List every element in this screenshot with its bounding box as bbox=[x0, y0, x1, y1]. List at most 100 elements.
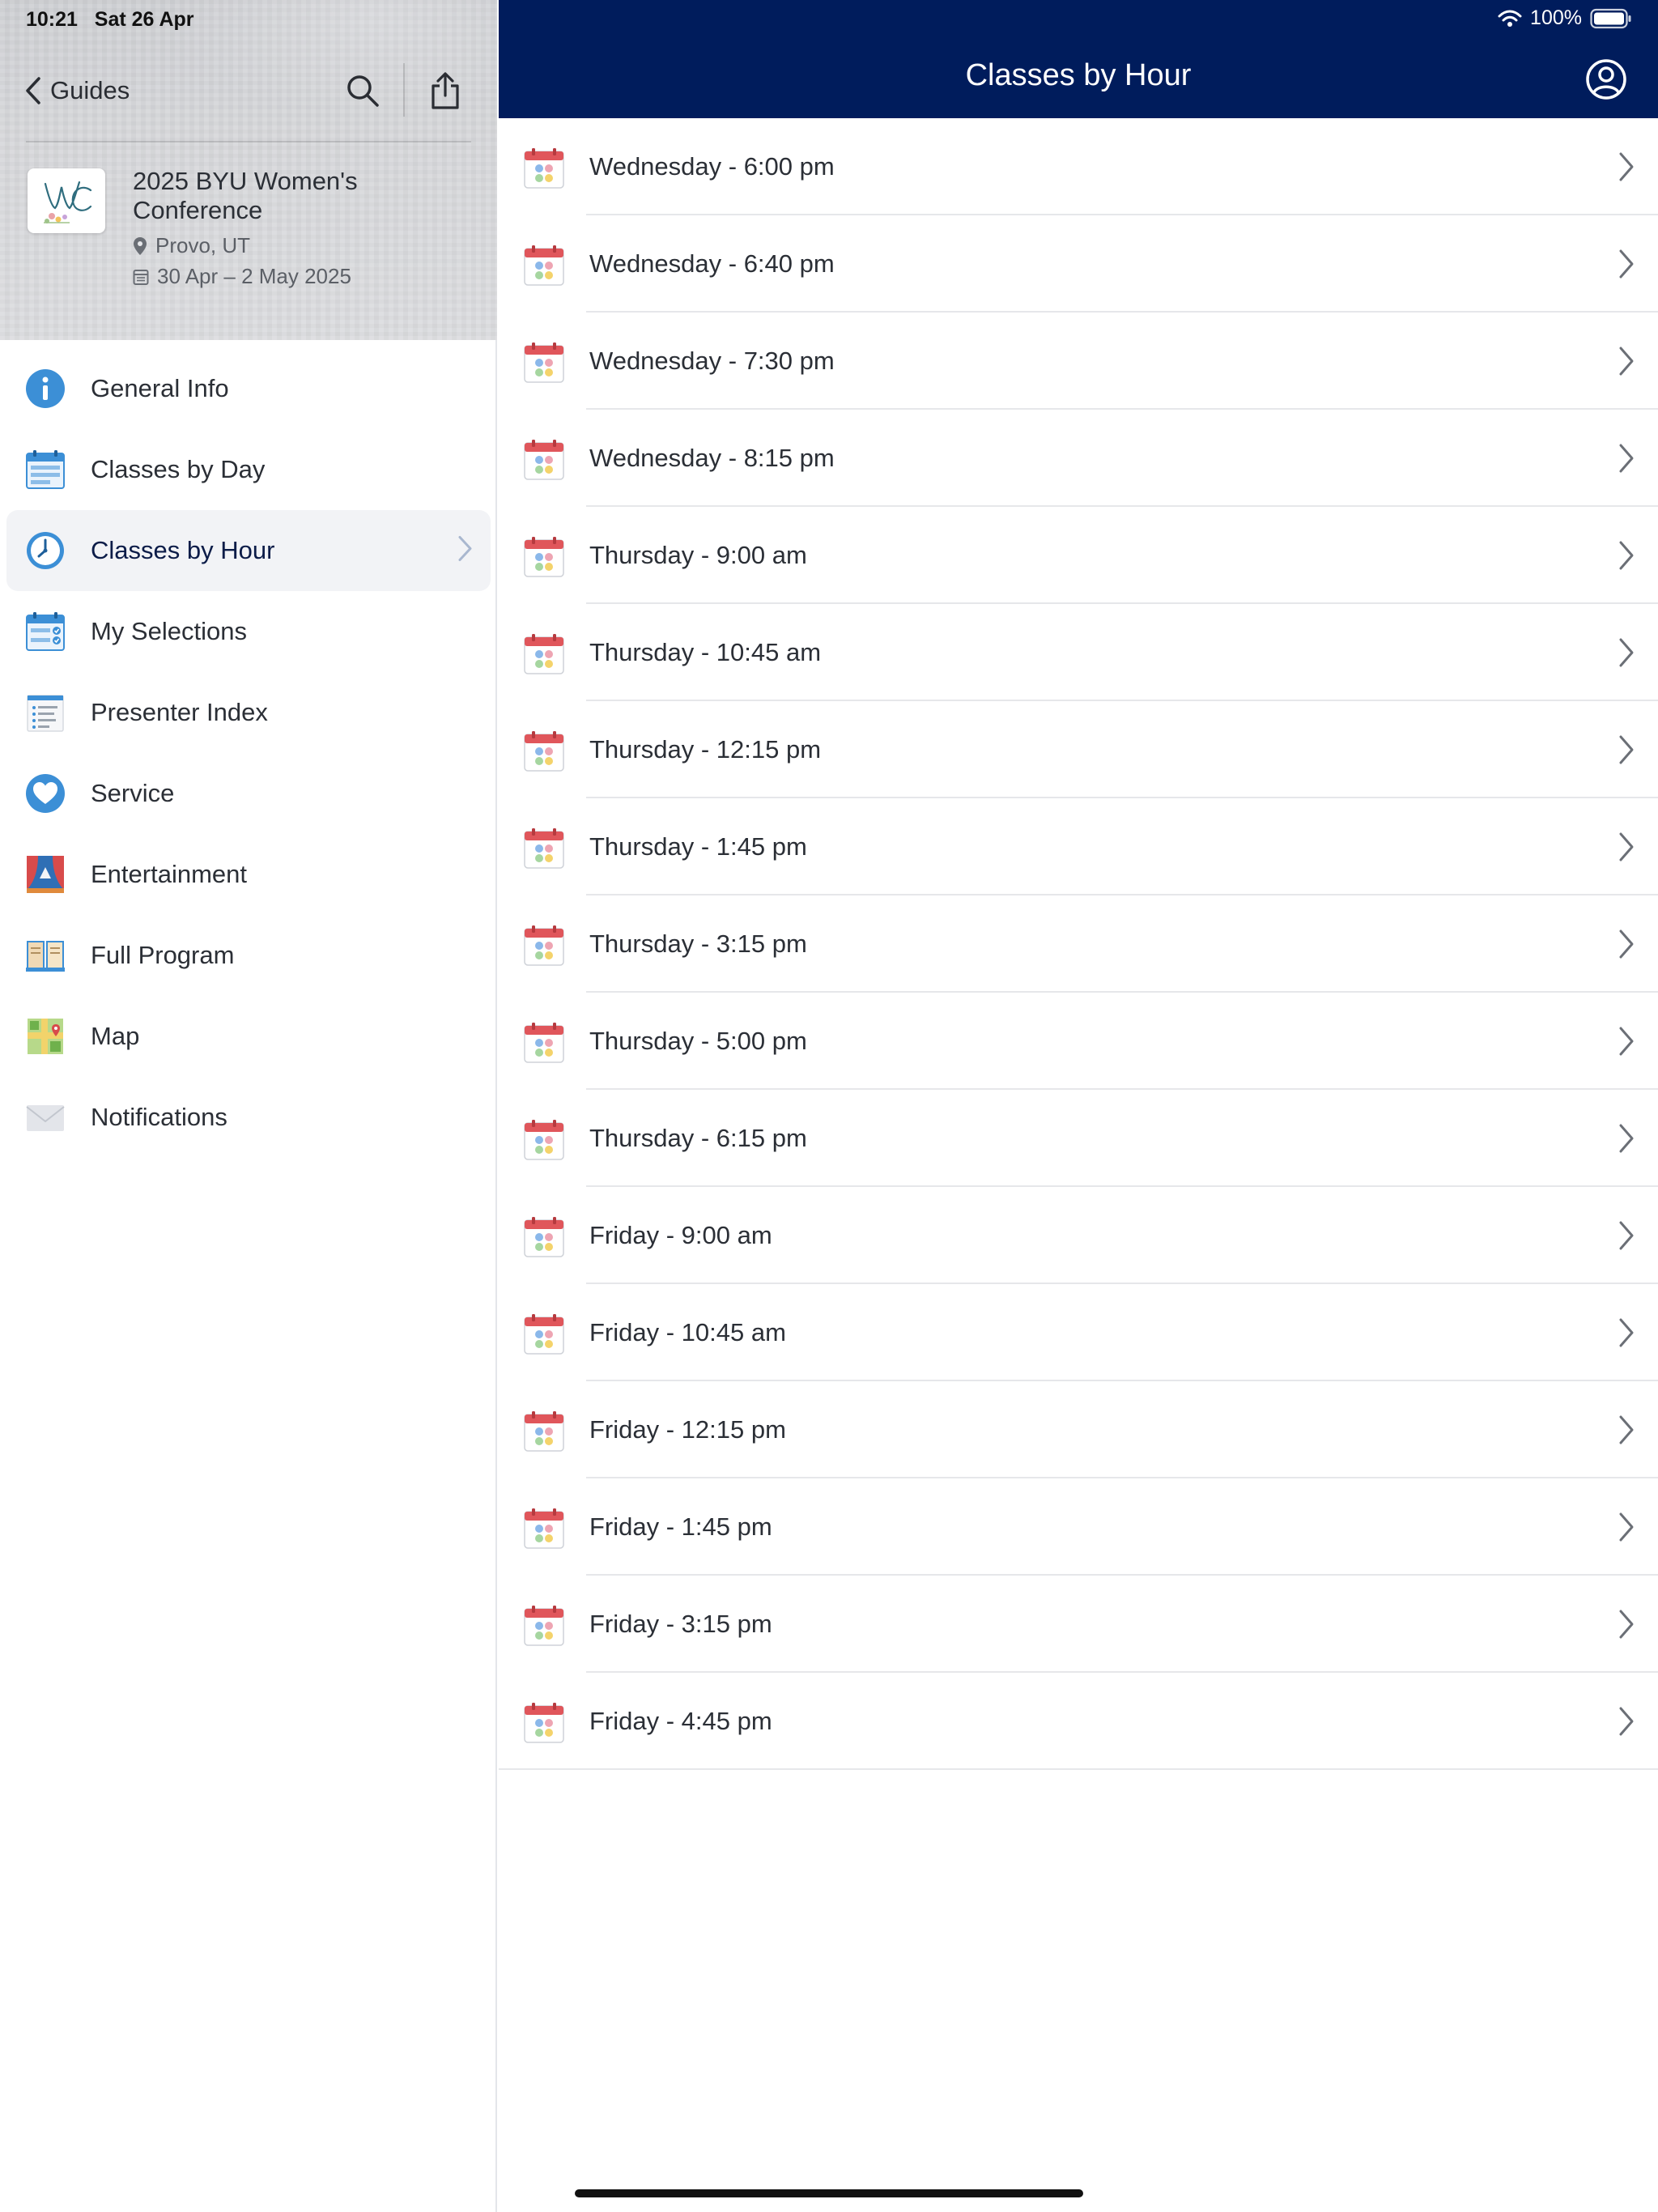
chevron-right-icon bbox=[1619, 444, 1634, 473]
hour-row[interactable]: Wednesday - 6:40 pm bbox=[499, 215, 1658, 313]
calendar-icon bbox=[524, 1023, 564, 1063]
hour-row[interactable]: Thursday - 3:15 pm bbox=[499, 895, 1658, 993]
hour-row[interactable]: Thursday - 10:45 am bbox=[499, 604, 1658, 701]
calendar-icon bbox=[524, 148, 564, 189]
calendar-icon bbox=[524, 245, 564, 286]
share-icon bbox=[432, 72, 459, 109]
calendar-icon bbox=[524, 1217, 564, 1257]
hour-row[interactable]: Thursday - 6:15 pm bbox=[499, 1090, 1658, 1187]
hour-row[interactable]: Friday - 9:00 am bbox=[499, 1187, 1658, 1284]
calendar-icon bbox=[524, 1314, 564, 1355]
hour-row[interactable]: Friday - 4:45 pm bbox=[499, 1673, 1658, 1770]
search-icon bbox=[347, 75, 379, 107]
hour-row-label: Thursday - 9:00 am bbox=[589, 541, 807, 569]
hour-row-label: Thursday - 12:15 pm bbox=[589, 735, 822, 764]
header-divider bbox=[403, 63, 405, 117]
home-indicator bbox=[575, 2189, 1083, 2197]
row-separator bbox=[499, 1768, 1658, 1770]
chevron-right-icon bbox=[1619, 735, 1634, 764]
envelope-icon bbox=[24, 1096, 66, 1138]
calendar-icon bbox=[524, 342, 564, 383]
hour-row[interactable]: Friday - 10:45 am bbox=[499, 1284, 1658, 1381]
hour-row[interactable]: Thursday - 5:00 pm bbox=[499, 993, 1658, 1090]
hour-row[interactable]: Thursday - 12:15 pm bbox=[499, 701, 1658, 798]
heart-icon bbox=[24, 772, 66, 815]
calendar-icon bbox=[524, 537, 564, 577]
calendar-icon bbox=[524, 1606, 564, 1646]
hour-list: Wednesday - 6:00 pm Wednesday - 6:40 pm bbox=[499, 118, 1658, 1770]
sidebar-item-full-program[interactable]: Full Program bbox=[0, 915, 497, 996]
chevron-right-icon bbox=[1619, 929, 1634, 959]
share-button[interactable] bbox=[421, 66, 470, 115]
sidebar-item-classes-by-day[interactable]: Classes by Day bbox=[0, 429, 497, 510]
hour-row-label: Friday - 1:45 pm bbox=[589, 1512, 772, 1541]
calendar-icon bbox=[24, 449, 66, 491]
info-icon bbox=[24, 368, 66, 410]
profile-button[interactable] bbox=[1584, 57, 1629, 102]
hour-row-label: Thursday - 1:45 pm bbox=[589, 832, 807, 861]
chevron-right-icon bbox=[1619, 1318, 1634, 1347]
hour-row[interactable]: Friday - 12:15 pm bbox=[499, 1381, 1658, 1478]
calendar-icon bbox=[524, 828, 564, 869]
calendar-icon bbox=[524, 1120, 564, 1160]
status-time: 10:21 Sat 26 Apr bbox=[26, 8, 194, 31]
hour-row[interactable]: Wednesday - 8:15 pm bbox=[499, 410, 1658, 507]
battery-icon bbox=[1590, 8, 1631, 28]
sidebar-item-classes-by-hour[interactable]: Classes by Hour bbox=[6, 510, 491, 591]
hour-row-label: Friday - 4:45 pm bbox=[589, 1707, 772, 1735]
search-button[interactable] bbox=[338, 66, 387, 115]
sidebar-item-general-info[interactable]: General Info bbox=[0, 348, 497, 429]
sidebar-item-my-selections[interactable]: My Selections bbox=[0, 591, 497, 672]
hour-row-label: Wednesday - 6:40 pm bbox=[589, 249, 835, 278]
theater-icon bbox=[24, 853, 66, 895]
chevron-right-icon bbox=[1619, 347, 1634, 376]
hour-row-label: Wednesday - 8:15 pm bbox=[589, 444, 835, 472]
chevron-left-icon bbox=[26, 77, 40, 104]
sidebar: 10:21 Sat 26 Apr Guides 2025 BYU Women's… bbox=[0, 0, 497, 2212]
sidebar-item-entertainment[interactable]: Entertainment bbox=[0, 834, 497, 915]
chevron-right-icon bbox=[1619, 1707, 1634, 1736]
user-circle-icon bbox=[1586, 59, 1626, 100]
sidebar-item-presenter-index[interactable]: Presenter Index bbox=[0, 672, 497, 753]
status-indicators: 100% bbox=[1498, 6, 1632, 30]
sidebar-item-notifications[interactable]: Notifications bbox=[0, 1077, 497, 1158]
sidebar-menu: General Info Classes by Day Classes by H… bbox=[0, 348, 497, 1158]
page-title: Classes by Hour bbox=[965, 58, 1192, 92]
checklist-calendar-icon bbox=[24, 610, 66, 653]
calendar-icon bbox=[524, 1508, 564, 1549]
header-separator bbox=[26, 141, 471, 143]
hour-row-label: Friday - 9:00 am bbox=[589, 1221, 772, 1249]
calendar-icon bbox=[524, 1703, 564, 1743]
book-icon bbox=[24, 934, 66, 976]
nav-bar: 100% Classes by Hour bbox=[499, 0, 1658, 118]
map-icon bbox=[24, 1015, 66, 1057]
hour-row[interactable]: Thursday - 9:00 am bbox=[499, 507, 1658, 604]
hour-row[interactable]: Wednesday - 6:00 pm bbox=[499, 118, 1658, 215]
calendar-icon bbox=[524, 440, 564, 480]
hour-row[interactable]: Friday - 3:15 pm bbox=[499, 1576, 1658, 1673]
back-button[interactable]: Guides bbox=[23, 71, 130, 110]
guide-dates: 30 Apr – 2 May 2025 bbox=[133, 264, 351, 289]
chevron-right-icon bbox=[1619, 1027, 1634, 1056]
sidebar-item-service[interactable]: Service bbox=[0, 753, 497, 834]
clock-icon bbox=[24, 530, 66, 572]
hour-row[interactable]: Wednesday - 7:30 pm bbox=[499, 313, 1658, 410]
location-pin-icon bbox=[134, 236, 147, 255]
calendar-small-icon bbox=[133, 269, 149, 285]
list-document-icon bbox=[24, 691, 66, 734]
sidebar-item-map[interactable]: Map bbox=[0, 996, 497, 1077]
main-pane: 100% Classes by Hour Wednesday - 6:00 pm… bbox=[499, 0, 1658, 2212]
hour-row-label: Friday - 3:15 pm bbox=[589, 1610, 772, 1638]
hour-row[interactable]: Friday - 1:45 pm bbox=[499, 1478, 1658, 1576]
wifi-icon bbox=[1498, 10, 1522, 27]
hour-row-label: Wednesday - 6:00 pm bbox=[589, 152, 835, 181]
hour-row-label: Thursday - 10:45 am bbox=[589, 638, 822, 666]
chevron-right-icon bbox=[1619, 152, 1634, 181]
hour-row-label: Wednesday - 7:30 pm bbox=[589, 347, 835, 375]
hour-row-label: Thursday - 5:00 pm bbox=[589, 1027, 807, 1055]
hour-row-label: Friday - 10:45 am bbox=[589, 1318, 786, 1346]
hour-row-label: Friday - 12:15 pm bbox=[589, 1415, 786, 1444]
hour-row[interactable]: Thursday - 1:45 pm bbox=[499, 798, 1658, 895]
hour-row-label: Thursday - 3:15 pm bbox=[589, 929, 807, 958]
calendar-icon bbox=[524, 925, 564, 966]
